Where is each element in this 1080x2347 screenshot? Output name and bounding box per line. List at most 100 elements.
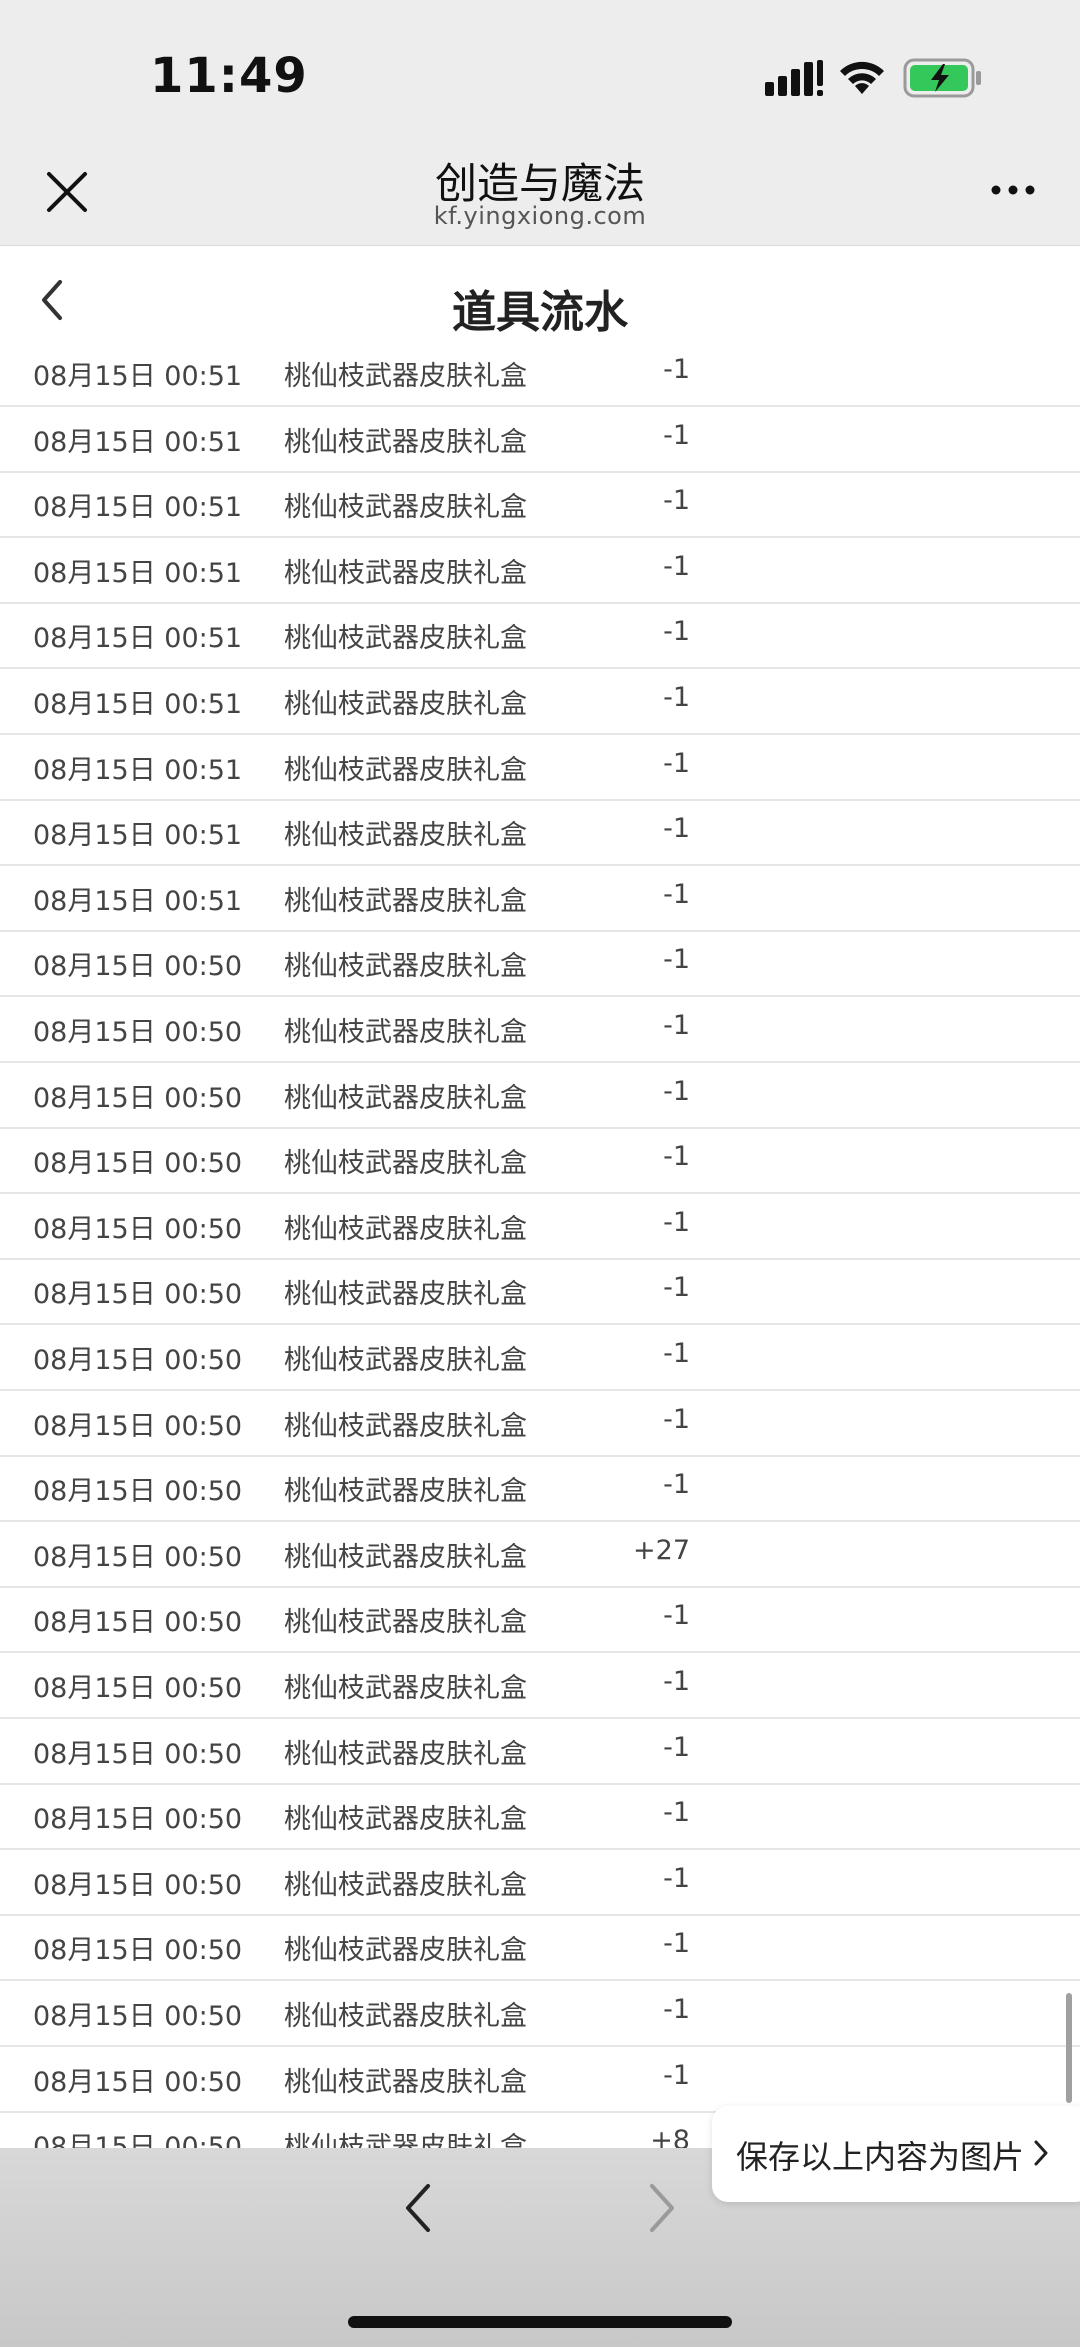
- row-item-name: 桃仙枝武器皮肤礼盒: [284, 492, 527, 523]
- row-item-name: 桃仙枝武器皮肤礼盒: [284, 820, 527, 851]
- row-quantity: -1: [663, 1272, 690, 1303]
- row-time: 08月15日 00:50: [33, 951, 243, 982]
- row-quantity: +8: [650, 2125, 690, 2150]
- list-item: 08月15日 00:51 桃仙枝武器皮肤礼盒 -1: [0, 734, 1080, 801]
- list-item: 08月15日 00:50 桃仙枝武器皮肤礼盒 -1: [0, 2046, 1080, 2113]
- row-item-name: 桃仙枝武器皮肤礼盒: [284, 1279, 527, 1310]
- row-item-name: 桃仙枝武器皮肤礼盒: [284, 2132, 527, 2150]
- row-quantity: -1: [663, 813, 690, 844]
- row-time: 08月15日 00:50: [33, 1017, 243, 1048]
- row-quantity: -1: [663, 682, 690, 713]
- row-quantity: -1: [663, 879, 690, 910]
- list-item: 08月15日 00:50 桃仙枝武器皮肤礼盒 -1: [0, 1193, 1080, 1260]
- chevron-right-icon: [650, 2184, 674, 2232]
- row-item-name: 桃仙枝武器皮肤礼盒: [284, 886, 527, 917]
- row-quantity: -1: [663, 616, 690, 647]
- row-time: 08月15日 00:50: [33, 1607, 243, 1638]
- wifi-icon: [840, 61, 884, 94]
- list-item: 08月15日 00:51 桃仙枝武器皮肤礼盒 -1: [0, 799, 1080, 866]
- row-quantity: -1: [663, 420, 690, 451]
- list-item: 08月15日 00:51 桃仙枝武器皮肤礼盒 -1: [0, 471, 1080, 538]
- row-item-name: 桃仙枝武器皮肤礼盒: [284, 1739, 527, 1770]
- row-item-name: 桃仙枝武器皮肤礼盒: [284, 623, 527, 654]
- row-time: 08月15日 00:50: [33, 1411, 243, 1442]
- row-time: 08月15日 00:51: [33, 427, 243, 458]
- item-flow-list[interactable]: 08月15日 00:51 桃仙枝武器皮肤礼盒 -1 08月15日 00:51 桃仙枝武器…: [0, 340, 1080, 2150]
- list-item: 08月15日 00:50 桃仙枝武器皮肤礼盒 -1: [0, 1455, 1080, 1522]
- row-item-name: 桃仙枝武器皮肤礼盒: [284, 1017, 527, 1048]
- list-item: 08月15日 00:50 桃仙枝武器皮肤礼盒 +27: [0, 1521, 1080, 1588]
- row-time: 08月15日 00:50: [33, 2001, 243, 2032]
- list-item: 08月15日 00:50 桃仙枝武器皮肤礼盒 -1: [0, 1849, 1080, 1916]
- row-time: 08月15日 00:51: [33, 820, 243, 851]
- list-item: 08月15日 00:51 桃仙枝武器皮肤礼盒 -1: [0, 537, 1080, 604]
- more-icon[interactable]: [990, 180, 1036, 200]
- list-item: 08月15日 00:50 桃仙枝武器皮肤礼盒 -1: [0, 1586, 1080, 1653]
- site-url: kf.yingxiong.com: [433, 202, 647, 230]
- row-item-name: 桃仙枝武器皮肤礼盒: [284, 1607, 527, 1638]
- list-item: 08月15日 00:50 桃仙枝武器皮肤礼盒 -1: [0, 1390, 1080, 1457]
- scrollbar[interactable]: [1066, 1993, 1072, 2103]
- row-time: 08月15日 00:50: [33, 1214, 243, 1245]
- row-time: 08月15日 00:51: [33, 361, 243, 392]
- list-item: 08月15日 00:50 桃仙枝武器皮肤礼盒 -1: [0, 1980, 1080, 2047]
- row-time: 08月15日 00:50: [33, 1870, 243, 1901]
- save-as-image-button[interactable]: 保存以上内容为图片: [712, 2106, 1080, 2202]
- list-item: 08月15日 00:50 桃仙枝武器皮肤礼盒 -1: [0, 930, 1080, 997]
- list-item: 08月15日 00:51 桃仙枝武器皮肤礼盒 -1: [0, 602, 1080, 669]
- row-item-name: 桃仙枝武器皮肤礼盒: [284, 1542, 527, 1573]
- row-quantity: -1: [663, 1994, 690, 2025]
- row-quantity: -1: [663, 2060, 690, 2091]
- row-quantity: -1: [663, 1207, 690, 1238]
- row-item-name: 桃仙枝武器皮肤礼盒: [284, 1673, 527, 1704]
- row-item-name: 桃仙枝武器皮肤礼盒: [284, 1345, 527, 1376]
- row-time: 08月15日 00:50: [33, 1279, 243, 1310]
- list-item: 08月15日 00:51 桃仙枝武器皮肤礼盒 -1: [0, 668, 1080, 735]
- row-time: 08月15日 00:50: [33, 1673, 243, 1704]
- row-item-name: 桃仙枝武器皮肤礼盒: [284, 558, 527, 589]
- row-time: 08月15日 00:50: [33, 1935, 243, 1966]
- row-time: 08月15日 00:50: [33, 1804, 243, 1835]
- list-item: 08月15日 00:51 桃仙枝武器皮肤礼盒 -1: [0, 406, 1080, 473]
- row-item-name: 桃仙枝武器皮肤礼盒: [284, 1148, 527, 1179]
- chevron-left-icon[interactable]: [400, 2180, 434, 2236]
- row-time: 08月15日 00:51: [33, 689, 243, 720]
- list-item: 08月15日 00:50 桃仙枝武器皮肤礼盒 -1: [0, 996, 1080, 1063]
- status-bar: 11:49: [0, 0, 1080, 140]
- list-item: 08月15日 00:51 桃仙枝武器皮肤礼盒 -1: [0, 340, 1080, 407]
- row-item-name: 桃仙枝武器皮肤礼盒: [284, 2067, 527, 2098]
- list-item: 08月15日 00:50 桃仙枝武器皮肤礼盒 -1: [0, 1652, 1080, 1719]
- chevron-right-icon: [1034, 2140, 1048, 2166]
- row-quantity: -1: [663, 551, 690, 582]
- row-item-name: 桃仙枝武器皮肤礼盒: [284, 427, 527, 458]
- row-quantity: -1: [663, 354, 690, 385]
- page-title: 道具流水: [452, 287, 628, 338]
- row-item-name: 桃仙枝武器皮肤礼盒: [284, 361, 527, 392]
- row-quantity: -1: [663, 1928, 690, 1959]
- row-item-name: 桃仙枝武器皮肤礼盒: [284, 1935, 527, 1966]
- row-time: 08月15日 00:51: [33, 492, 243, 523]
- row-quantity: -1: [663, 1010, 690, 1041]
- row-time: 08月15日 00:50: [33, 2067, 243, 2098]
- row-quantity: -1: [663, 748, 690, 779]
- row-time: 08月15日 00:50: [33, 1739, 243, 1770]
- row-item-name: 桃仙枝武器皮肤礼盒: [284, 689, 527, 720]
- row-item-name: 桃仙枝武器皮肤礼盒: [284, 1804, 527, 1835]
- row-item-name: 桃仙枝武器皮肤礼盒: [284, 755, 527, 786]
- list-item: 08月15日 00:50 桃仙枝武器皮肤礼盒 -1: [0, 1127, 1080, 1194]
- row-quantity: -1: [663, 1076, 690, 1107]
- row-quantity: -1: [663, 1141, 690, 1172]
- list-item: 08月15日 00:50 桃仙枝武器皮肤礼盒 -1: [0, 1324, 1080, 1391]
- list-item: 08月15日 00:50 桃仙枝武器皮肤礼盒 -1: [0, 1062, 1080, 1129]
- row-item-name: 桃仙枝武器皮肤礼盒: [284, 1083, 527, 1114]
- row-time: 08月15日 00:50: [33, 1083, 243, 1114]
- row-quantity: -1: [663, 1666, 690, 1697]
- row-quantity: +27: [633, 1535, 690, 1566]
- row-time: 08月15日 00:51: [33, 886, 243, 917]
- webview-header: 创造与魔法 kf.yingxiong.com: [0, 140, 1080, 246]
- home-indicator: [348, 2316, 732, 2328]
- list-item: 08月15日 00:50 桃仙枝武器皮肤礼盒 -1: [0, 1718, 1080, 1785]
- row-quantity: -1: [663, 944, 690, 975]
- row-quantity: -1: [663, 1732, 690, 1763]
- cellular-signal-icon: [765, 60, 823, 96]
